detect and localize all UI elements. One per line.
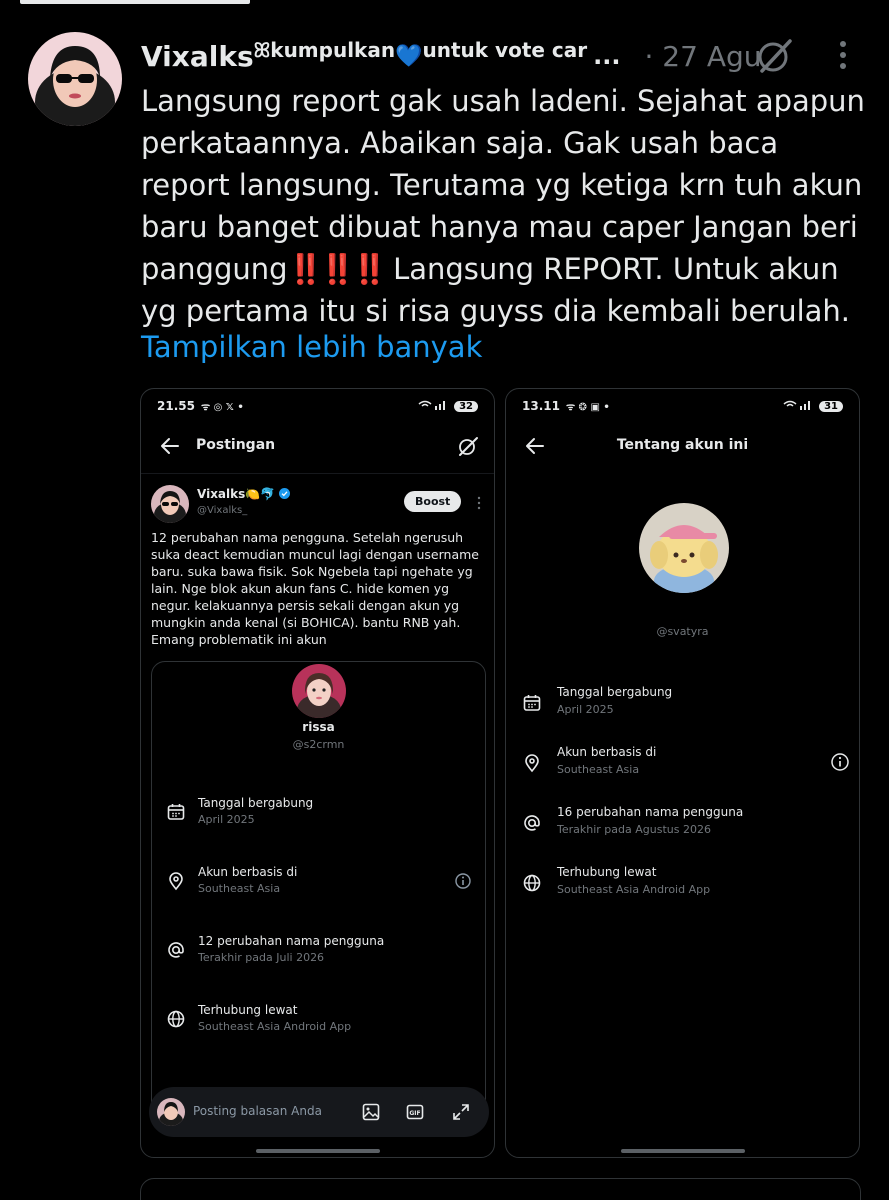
info-sub: Southeast Asia Android App bbox=[198, 1020, 352, 1033]
author-avatar[interactable] bbox=[28, 32, 122, 126]
reply-composer[interactable]: Posting balasan Anda GIF bbox=[149, 1087, 489, 1137]
location-pin-icon bbox=[522, 753, 542, 773]
battery-level: 32 bbox=[454, 400, 478, 412]
reply-placeholder[interactable]: Posting balasan Anda bbox=[193, 1104, 322, 1118]
info-label: 16 perubahan nama pengguna bbox=[557, 805, 744, 819]
battery-level: 31 bbox=[819, 400, 843, 412]
author-name[interactable]: Vixalks bbox=[141, 40, 254, 73]
name-ellipsis: ... bbox=[593, 42, 621, 70]
info-label: Tanggal bergabung bbox=[198, 796, 314, 810]
status-bar: 13.11 ᯤ ❂ ▣ • 31 bbox=[522, 395, 843, 417]
info-sub: Southeast Asia Android App bbox=[557, 883, 711, 896]
status-time: 21.55 bbox=[157, 399, 195, 413]
info-sub: Terakhir pada Agustus 2026 bbox=[557, 823, 711, 836]
info-label: Akun berbasis di bbox=[557, 745, 657, 759]
verified-badge-icon bbox=[279, 487, 291, 501]
info-row-location: Akun berbasis di Southeast Asia bbox=[506, 745, 859, 785]
info-row-username-changes: 16 perubahan nama pengguna Terakhir pada… bbox=[506, 805, 859, 845]
account-name: rissa bbox=[302, 720, 335, 734]
gif-icon[interactable]: GIF bbox=[405, 1102, 425, 1122]
calendar-icon bbox=[166, 802, 186, 822]
author-name-extra[interactable]: ꕤkumpulkan bbox=[254, 38, 395, 62]
post-author-handle[interactable]: @Vixalks_ bbox=[197, 505, 247, 516]
account-handle: @s2crmn bbox=[292, 738, 345, 751]
status-time: 13.11 bbox=[522, 399, 560, 413]
info-sub: April 2025 bbox=[198, 813, 255, 826]
image-icon[interactable] bbox=[361, 1102, 381, 1122]
info-sub: Southeast Asia bbox=[198, 882, 281, 895]
calendar-icon bbox=[522, 693, 542, 713]
account-avatar[interactable] bbox=[292, 664, 346, 718]
info-circle-icon[interactable] bbox=[830, 752, 850, 772]
nav-title: Tentang akun ini bbox=[616, 437, 749, 453]
info-row-connected-via: Terhubung lewat Southeast Asia Android A… bbox=[506, 865, 859, 905]
home-indicator bbox=[620, 1149, 745, 1153]
info-sub: Southeast Asia bbox=[557, 763, 640, 776]
at-sign-icon bbox=[522, 813, 542, 833]
double-exclamation-emoji: ‼️‼️‼️ bbox=[287, 252, 388, 286]
about-navbar: Tentang akun ini bbox=[506, 423, 859, 469]
tweet-date[interactable]: · 27 Agu bbox=[644, 40, 761, 73]
globe-icon bbox=[166, 1009, 186, 1029]
status-icons: ᯤ ◎ 𝕏 • bbox=[200, 402, 244, 413]
post-text: 12 perubahan nama pengguna. Setelah nger… bbox=[151, 530, 479, 647]
about-account-card: rissa @s2crmn Tanggal bergabung April 20… bbox=[151, 661, 486, 1131]
next-post-card[interactable] bbox=[140, 1178, 861, 1200]
author-name-tail[interactable]: untuk vote car bbox=[423, 38, 588, 62]
status-icons: ᯤ ❂ ▣ • bbox=[565, 402, 610, 413]
status-bar: 21.55 ᯤ ◎ 𝕏 • 32 bbox=[157, 395, 478, 417]
info-row-connected-via: Terhubung lewat Southeast Asia Android A… bbox=[152, 1001, 485, 1041]
info-row-location: Akun berbasis di Southeast Asia bbox=[152, 863, 485, 903]
info-label: Akun berbasis di bbox=[198, 865, 298, 879]
info-row-username-changes: 12 perubahan nama pengguna Terakhir pada… bbox=[152, 932, 485, 972]
expand-icon[interactable] bbox=[451, 1102, 471, 1122]
at-sign-icon bbox=[166, 940, 186, 960]
nav-title: Postingan bbox=[196, 437, 276, 453]
info-row-joined: Tanggal bergabung April 2025 bbox=[152, 794, 485, 834]
wifi-signal-icon bbox=[783, 400, 813, 413]
account-avatar[interactable] bbox=[639, 503, 729, 593]
tweet-text: Langsung report gak usah ladeni. Sejahat… bbox=[141, 80, 871, 332]
attached-image-right[interactable]: 13.11 ᯤ ❂ ▣ • 31 Tentang akun ini @svaty… bbox=[505, 388, 860, 1158]
globe-icon bbox=[522, 873, 542, 893]
info-row-joined: Tanggal bergabung April 2025 bbox=[506, 685, 859, 725]
divider bbox=[141, 473, 494, 474]
info-sub: Terakhir pada Juli 2026 bbox=[198, 951, 325, 964]
reply-avatar bbox=[157, 1098, 185, 1126]
post-navbar: Postingan bbox=[141, 423, 494, 469]
grok-icon[interactable] bbox=[754, 36, 794, 76]
post-author-avatar[interactable] bbox=[151, 485, 189, 523]
back-arrow-icon[interactable] bbox=[159, 435, 181, 457]
info-label: Terhubung lewat bbox=[557, 865, 657, 879]
wifi-signal-icon bbox=[418, 400, 448, 413]
info-label: Terhubung lewat bbox=[198, 1003, 298, 1017]
info-circle-icon[interactable] bbox=[454, 872, 472, 890]
location-pin-icon bbox=[166, 871, 186, 891]
info-sub: April 2025 bbox=[557, 703, 614, 716]
blue-heart-emoji: 💙 bbox=[395, 43, 423, 69]
account-handle: @svatyra bbox=[656, 625, 709, 638]
svg-text:GIF: GIF bbox=[409, 1110, 420, 1117]
boost-button[interactable]: Boost bbox=[404, 491, 462, 512]
info-label: Tanggal bergabung bbox=[557, 685, 673, 699]
tweet-page: Vixalks ꕤkumpulkan 💙 untuk vote car ... … bbox=[0, 0, 889, 1200]
more-options-icon[interactable] bbox=[830, 38, 856, 72]
show-more-link[interactable]: Tampilkan lebih banyak bbox=[141, 330, 482, 364]
attached-image-left[interactable]: 21.55 ᯤ ◎ 𝕏 • 32 Postingan Vixalks� bbox=[140, 388, 495, 1158]
grok-icon[interactable] bbox=[457, 435, 479, 457]
home-indicator bbox=[255, 1149, 380, 1153]
info-label: 12 perubahan nama pengguna bbox=[198, 934, 385, 948]
post-author-name[interactable]: Vixalks🍋🐬 bbox=[197, 487, 291, 501]
post-more-icon[interactable] bbox=[477, 495, 481, 510]
top-progress-bar bbox=[20, 0, 250, 4]
